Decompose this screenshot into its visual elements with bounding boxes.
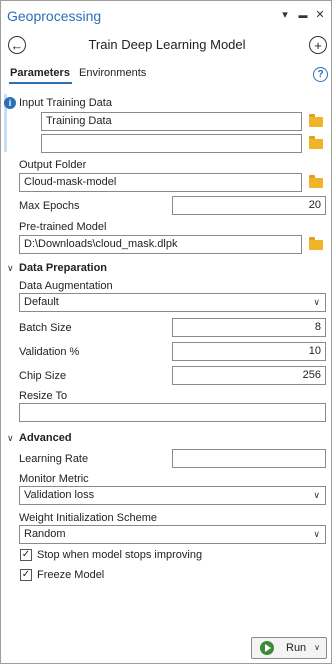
monitor-metric-value: Validation loss: [24, 489, 95, 501]
input-training-data-label: Input Training Data: [19, 97, 112, 109]
resize-to-field[interactable]: [19, 403, 326, 422]
play-icon: [260, 641, 274, 655]
monitor-metric-select[interactable]: Validation loss ∨: [19, 486, 326, 505]
checkmark-icon: ✓: [21, 549, 31, 560]
max-epochs-label: Max Epochs: [19, 200, 80, 212]
input-training-data-field-2[interactable]: [41, 134, 302, 153]
chip-size-label: Chip Size: [19, 370, 67, 382]
learning-rate-field[interactable]: [172, 449, 326, 468]
chevron-down-icon[interactable]: ∨: [314, 643, 320, 652]
stop-improving-label[interactable]: Stop when model stops improving: [37, 549, 202, 561]
chip-size-field[interactable]: 256: [172, 366, 326, 385]
back-button[interactable]: ←: [8, 36, 26, 54]
chevron-down-icon: ∨: [313, 529, 320, 539]
pin-icon[interactable]: ▬: [297, 10, 309, 20]
tool-title: Train Deep Learning Model: [88, 37, 246, 52]
data-augmentation-label: Data Augmentation: [19, 280, 113, 292]
resize-to-label: Resize To: [19, 390, 68, 402]
input-training-data-field-1[interactable]: Training Data: [41, 112, 302, 131]
tab-environments[interactable]: Environments: [79, 67, 146, 79]
batch-size-field[interactable]: 8: [172, 318, 326, 337]
freeze-model-label[interactable]: Freeze Model: [37, 569, 104, 581]
data-augmentation-value: Default: [24, 296, 59, 308]
add-button[interactable]: +: [309, 36, 327, 54]
chevron-down-icon: ∨: [313, 297, 320, 307]
weight-init-label: Weight Initialization Scheme: [19, 512, 157, 524]
info-icon[interactable]: i: [4, 97, 16, 109]
validation-field[interactable]: 10: [172, 342, 326, 361]
freeze-model-checkbox[interactable]: ✓: [20, 569, 32, 581]
validation-label: Validation %: [19, 346, 80, 358]
folder-icon[interactable]: [309, 114, 323, 127]
folder-icon[interactable]: [309, 136, 323, 149]
geoprocessing-pane: Geoprocessing ▾ ▬ ✕ ← Train Deep Learnin…: [0, 0, 332, 664]
output-folder-label: Output Folder: [19, 159, 87, 171]
checkmark-icon: ✓: [21, 569, 31, 580]
output-folder-field[interactable]: Cloud-mask-model: [19, 173, 302, 192]
pretrained-model-label: Pre-trained Model: [19, 221, 107, 233]
data-preparation-heading[interactable]: Data Preparation: [19, 262, 107, 274]
max-epochs-field[interactable]: 20: [172, 196, 326, 215]
active-tab-indicator: [9, 82, 72, 84]
chevron-down-icon[interactable]: ∨: [7, 433, 14, 444]
batch-size-label: Batch Size: [19, 322, 72, 334]
pretrained-model-field[interactable]: D:\Downloads\cloud_mask.dlpk: [19, 235, 302, 254]
run-button[interactable]: Run ∨: [251, 637, 327, 659]
folder-icon[interactable]: [309, 175, 323, 188]
help-icon[interactable]: ?: [313, 67, 328, 82]
back-arrow-icon: ←: [10, 37, 24, 53]
tab-parameters[interactable]: Parameters: [10, 67, 70, 79]
run-label: Run: [286, 642, 307, 654]
pane-title: Geoprocessing: [7, 8, 102, 24]
advanced-heading[interactable]: Advanced: [19, 432, 72, 444]
plus-icon: +: [314, 37, 322, 53]
close-icon[interactable]: ✕: [314, 8, 326, 21]
chevron-down-icon: ∨: [313, 490, 320, 500]
weight-init-value: Random: [24, 528, 66, 540]
monitor-metric-label: Monitor Metric: [19, 473, 89, 485]
folder-icon[interactable]: [309, 237, 323, 250]
pane-options-icon[interactable]: ▾: [279, 8, 291, 21]
weight-init-select[interactable]: Random ∨: [19, 525, 326, 544]
chevron-down-icon[interactable]: ∨: [7, 263, 14, 274]
data-augmentation-select[interactable]: Default ∨: [19, 293, 326, 312]
learning-rate-label: Learning Rate: [19, 453, 89, 465]
stop-improving-checkbox[interactable]: ✓: [20, 549, 32, 561]
